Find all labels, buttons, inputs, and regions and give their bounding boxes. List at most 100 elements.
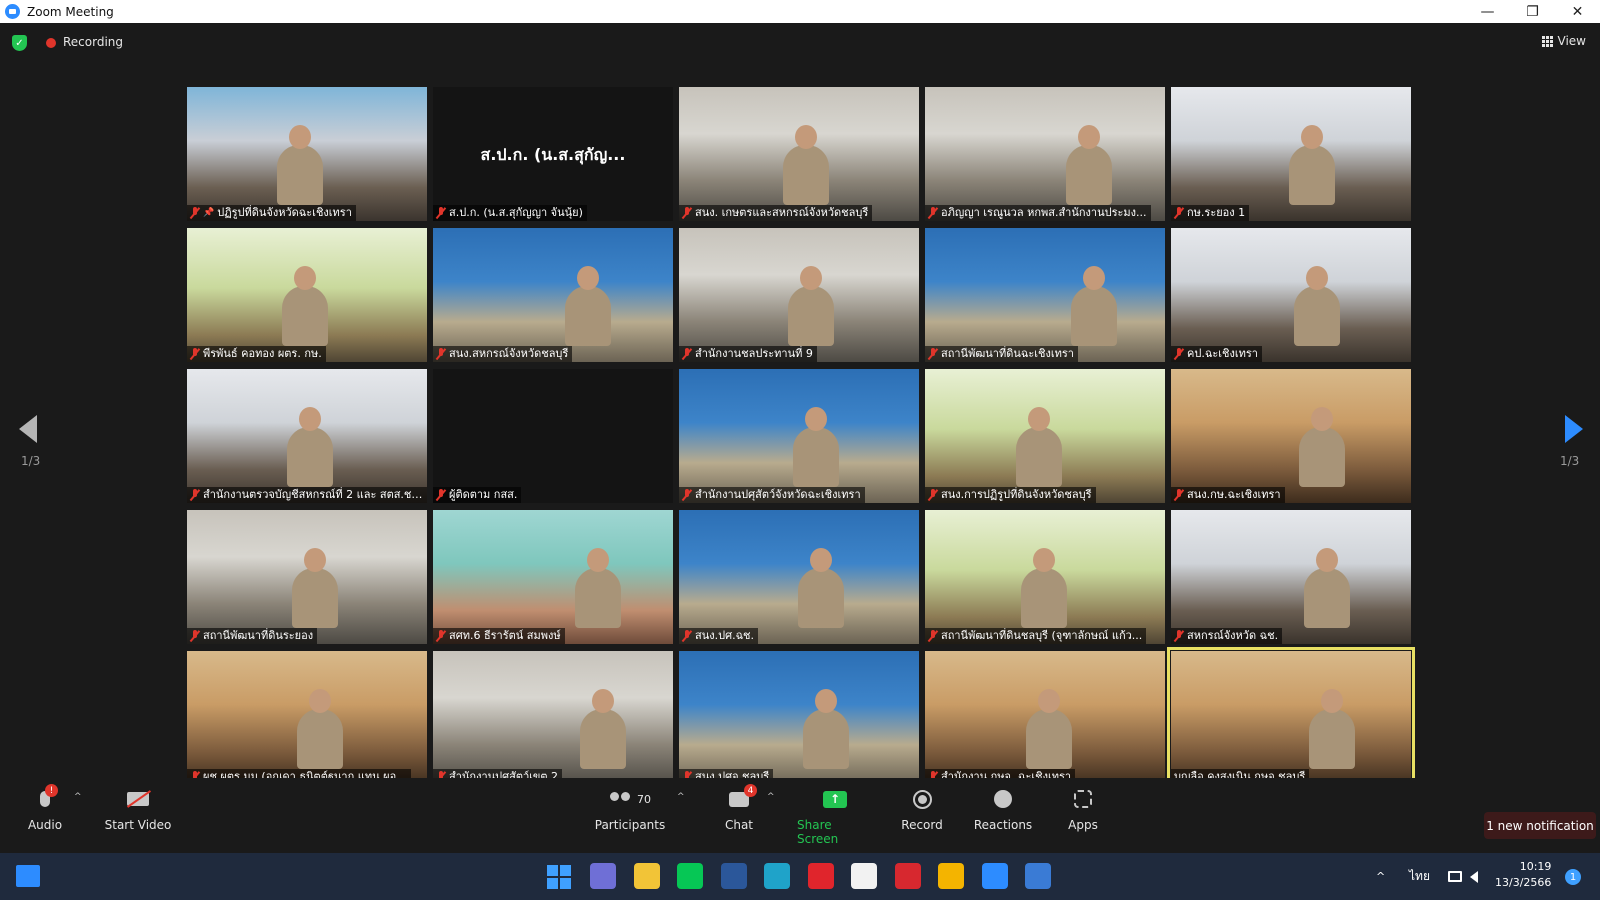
participant-tile[interactable]: สนง.สหกรณ์จังหวัดชลบุรี bbox=[433, 228, 673, 362]
participant-video bbox=[925, 87, 1165, 221]
participant-tile[interactable]: ผู้ติดตาม กสส. bbox=[433, 369, 673, 503]
start-video-button[interactable]: Start Video bbox=[103, 778, 173, 853]
record-button[interactable]: Record bbox=[900, 778, 944, 853]
participant-tile[interactable]: สำนักงานปศุสัตว์เขต 2 bbox=[433, 651, 673, 785]
audio-label: Audio bbox=[27, 818, 63, 832]
audio-options-caret-icon[interactable]: ^ bbox=[74, 792, 82, 802]
participant-tile[interactable]: สหกรณ์จังหวัด ฉช. bbox=[1171, 510, 1411, 644]
participant-tile[interactable]: สนง.กษ.ฉะเชิงเทรา bbox=[1171, 369, 1411, 503]
minimize-button[interactable]: — bbox=[1465, 0, 1510, 23]
close-button[interactable]: ✕ bbox=[1555, 0, 1600, 23]
participant-name: สนง.ปศ.ฉช. bbox=[695, 629, 755, 642]
participants-options-caret-icon[interactable]: ^ bbox=[677, 792, 685, 802]
chat-app-icon[interactable] bbox=[590, 863, 616, 889]
participant-video bbox=[1171, 510, 1411, 644]
participant-figure bbox=[292, 548, 338, 628]
participant-tile[interactable]: พีรพันธ์ คอทอง ผตร. กษ. bbox=[187, 228, 427, 362]
audio-button[interactable]: ! Audio bbox=[25, 778, 65, 853]
view-button[interactable]: View bbox=[1541, 34, 1586, 48]
participants-label: Participants bbox=[594, 818, 666, 832]
recording-indicator-icon bbox=[46, 38, 56, 48]
notepad-icon[interactable] bbox=[851, 863, 877, 889]
notification-center-badge[interactable]: 1 bbox=[1565, 869, 1581, 885]
participant-figure bbox=[1066, 125, 1112, 205]
audio-warning-badge: ! bbox=[45, 784, 58, 797]
start-menu-icon[interactable] bbox=[547, 865, 571, 889]
chrome-icon[interactable] bbox=[938, 863, 964, 889]
participant-name-bar: สนง. เกษตรและสหกรณ์จังหวัดชลบุรี bbox=[679, 205, 873, 221]
muted-microphone-icon bbox=[1174, 207, 1184, 219]
participant-figure bbox=[1309, 689, 1355, 769]
participant-figure bbox=[1026, 689, 1072, 769]
participant-figure bbox=[788, 266, 834, 346]
participant-tile[interactable]: สศท.6 ธีรารัตน์ สมพงษ์ bbox=[433, 510, 673, 644]
participant-tile[interactable]: สำนักงานชลประทานที่ 9 bbox=[679, 228, 919, 362]
muted-microphone-icon bbox=[682, 489, 692, 501]
volume-icon[interactable] bbox=[1470, 853, 1478, 900]
participant-tile[interactable]: 📌 ปฏิรูปที่ดินจังหวัดฉะเชิงเทรา bbox=[187, 87, 427, 221]
participant-tile[interactable]: อภิญญา เรณูนวล หกพส.สำนักงานประมง... bbox=[925, 87, 1165, 221]
muted-microphone-icon bbox=[682, 630, 692, 642]
window-title: Zoom Meeting bbox=[27, 4, 114, 19]
participant-figure bbox=[580, 689, 626, 769]
participant-figure bbox=[297, 689, 343, 769]
line-icon[interactable] bbox=[677, 863, 703, 889]
apps-label: Apps bbox=[1068, 818, 1098, 832]
recording-label[interactable]: Recording bbox=[63, 35, 123, 49]
participant-tile[interactable]: สนง.ปศ.ฉช. bbox=[679, 510, 919, 644]
participant-tile[interactable]: สถานีพัฒนาที่ดินระยอง bbox=[187, 510, 427, 644]
participant-tile[interactable]: สถานีพัฒนาที่ดินชลบุรี (จุฑาลักษณ์ แก้ว.… bbox=[925, 510, 1165, 644]
participant-figure bbox=[1299, 407, 1345, 487]
participant-tile[interactable]: สำนักงานปศุสัตว์จังหวัดฉะเชิงเทรา bbox=[679, 369, 919, 503]
participant-tile[interactable]: สนง. เกษตรและสหกรณ์จังหวัดชลบุรี bbox=[679, 87, 919, 221]
tray-overflow-icon[interactable]: ^ bbox=[1376, 853, 1385, 900]
page-indicator-left: 1/3 bbox=[21, 454, 41, 468]
reactions-button[interactable]: Reactions bbox=[973, 778, 1033, 853]
acrobat-icon[interactable] bbox=[894, 863, 921, 889]
participant-tile[interactable]: สนง.ปศจ.ชลบุรี bbox=[679, 651, 919, 785]
participant-name: ผู้ติดตาม กสส. bbox=[449, 488, 518, 501]
muted-microphone-icon bbox=[928, 630, 938, 642]
participant-tile[interactable]: ผช.ผตร.มม.(อุณดา ธนิตต์ฐนาก แทน ผอ... bbox=[187, 651, 427, 785]
apps-button[interactable]: Apps bbox=[1065, 778, 1101, 853]
new-notification-toast[interactable]: 1 new notification bbox=[1484, 812, 1596, 839]
participant-name-bar: คป.ฉะเชิงเทรา bbox=[1171, 346, 1262, 362]
photos-icon[interactable] bbox=[1025, 863, 1051, 889]
participant-tile[interactable]: สำนักงาน กษจ. ฉะเชิงเทรา bbox=[925, 651, 1165, 785]
chat-button[interactable]: 4 Chat bbox=[719, 778, 759, 853]
input-language[interactable]: ไทย bbox=[1409, 853, 1430, 900]
share-screen-button[interactable]: ↑ Share Screen bbox=[797, 778, 873, 853]
participant-name-bar: สำนักงานปศุสัตว์จังหวัดฉะเชิงเทรา bbox=[679, 487, 865, 503]
page-indicator-right: 1/3 bbox=[1560, 454, 1580, 468]
participant-tile[interactable]: คป.ฉะเชิงเทรา bbox=[1171, 228, 1411, 362]
security-shield-icon[interactable]: ✓ bbox=[12, 35, 27, 51]
taskbar-clock[interactable]: 10:19 13/3/2566 bbox=[1495, 859, 1551, 891]
participant-tile[interactable]: ส.ป.ก. (น.ส.สุกัญ... ส.ป.ก. (น.ส.สุกัญญา … bbox=[433, 87, 673, 221]
network-icon[interactable] bbox=[1448, 853, 1462, 900]
chat-options-caret-icon[interactable]: ^ bbox=[767, 792, 775, 802]
next-page-arrow-icon[interactable] bbox=[1565, 415, 1583, 443]
participants-button[interactable]: 70 Participants bbox=[593, 778, 667, 853]
participant-tile[interactable]: สถานีพัฒนาที่ดินฉะเชิงเทรา bbox=[925, 228, 1165, 362]
participant-name-placeholder: ส.ป.ก. (น.ส.สุกัญ... bbox=[480, 145, 626, 164]
restore-button[interactable]: ❐ bbox=[1510, 0, 1555, 23]
participant-name: พีรพันธ์ คอทอง ผตร. กษ. bbox=[203, 347, 322, 360]
previous-page-arrow-icon[interactable] bbox=[19, 415, 37, 443]
opera-icon[interactable] bbox=[807, 863, 834, 889]
participant-name: สถานีพัฒนาที่ดินฉะเชิงเทรา bbox=[941, 347, 1074, 360]
muted-microphone-icon bbox=[436, 630, 446, 642]
participant-tile[interactable]: สำนักงานตรวจบัญชีสหกรณ์ที่ 2 และ สตส.ชล.… bbox=[187, 369, 427, 503]
muted-microphone-icon bbox=[1174, 489, 1184, 501]
widgets-icon[interactable] bbox=[16, 865, 40, 887]
file-explorer-icon[interactable] bbox=[633, 863, 660, 889]
participant-video bbox=[433, 510, 673, 644]
participant-tile[interactable]: บุญลือ คงสูงเนิน กษจ.ชลบุรี bbox=[1167, 647, 1415, 789]
participant-name-bar: กษ.ระยอง 1 bbox=[1171, 205, 1250, 221]
participant-tile[interactable]: กษ.ระยอง 1 bbox=[1171, 87, 1411, 221]
zoom-icon[interactable] bbox=[981, 863, 1008, 889]
word-icon[interactable] bbox=[720, 863, 747, 889]
reactions-label: Reactions bbox=[973, 818, 1033, 832]
edge-icon[interactable] bbox=[764, 863, 790, 889]
participant-tile[interactable]: สนง.การปฏิรูปที่ดินจังหวัดชลบุรี bbox=[925, 369, 1165, 503]
participant-name-bar: ส.ป.ก. (น.ส.สุกัญญา จันนุ้ย) bbox=[433, 205, 587, 221]
